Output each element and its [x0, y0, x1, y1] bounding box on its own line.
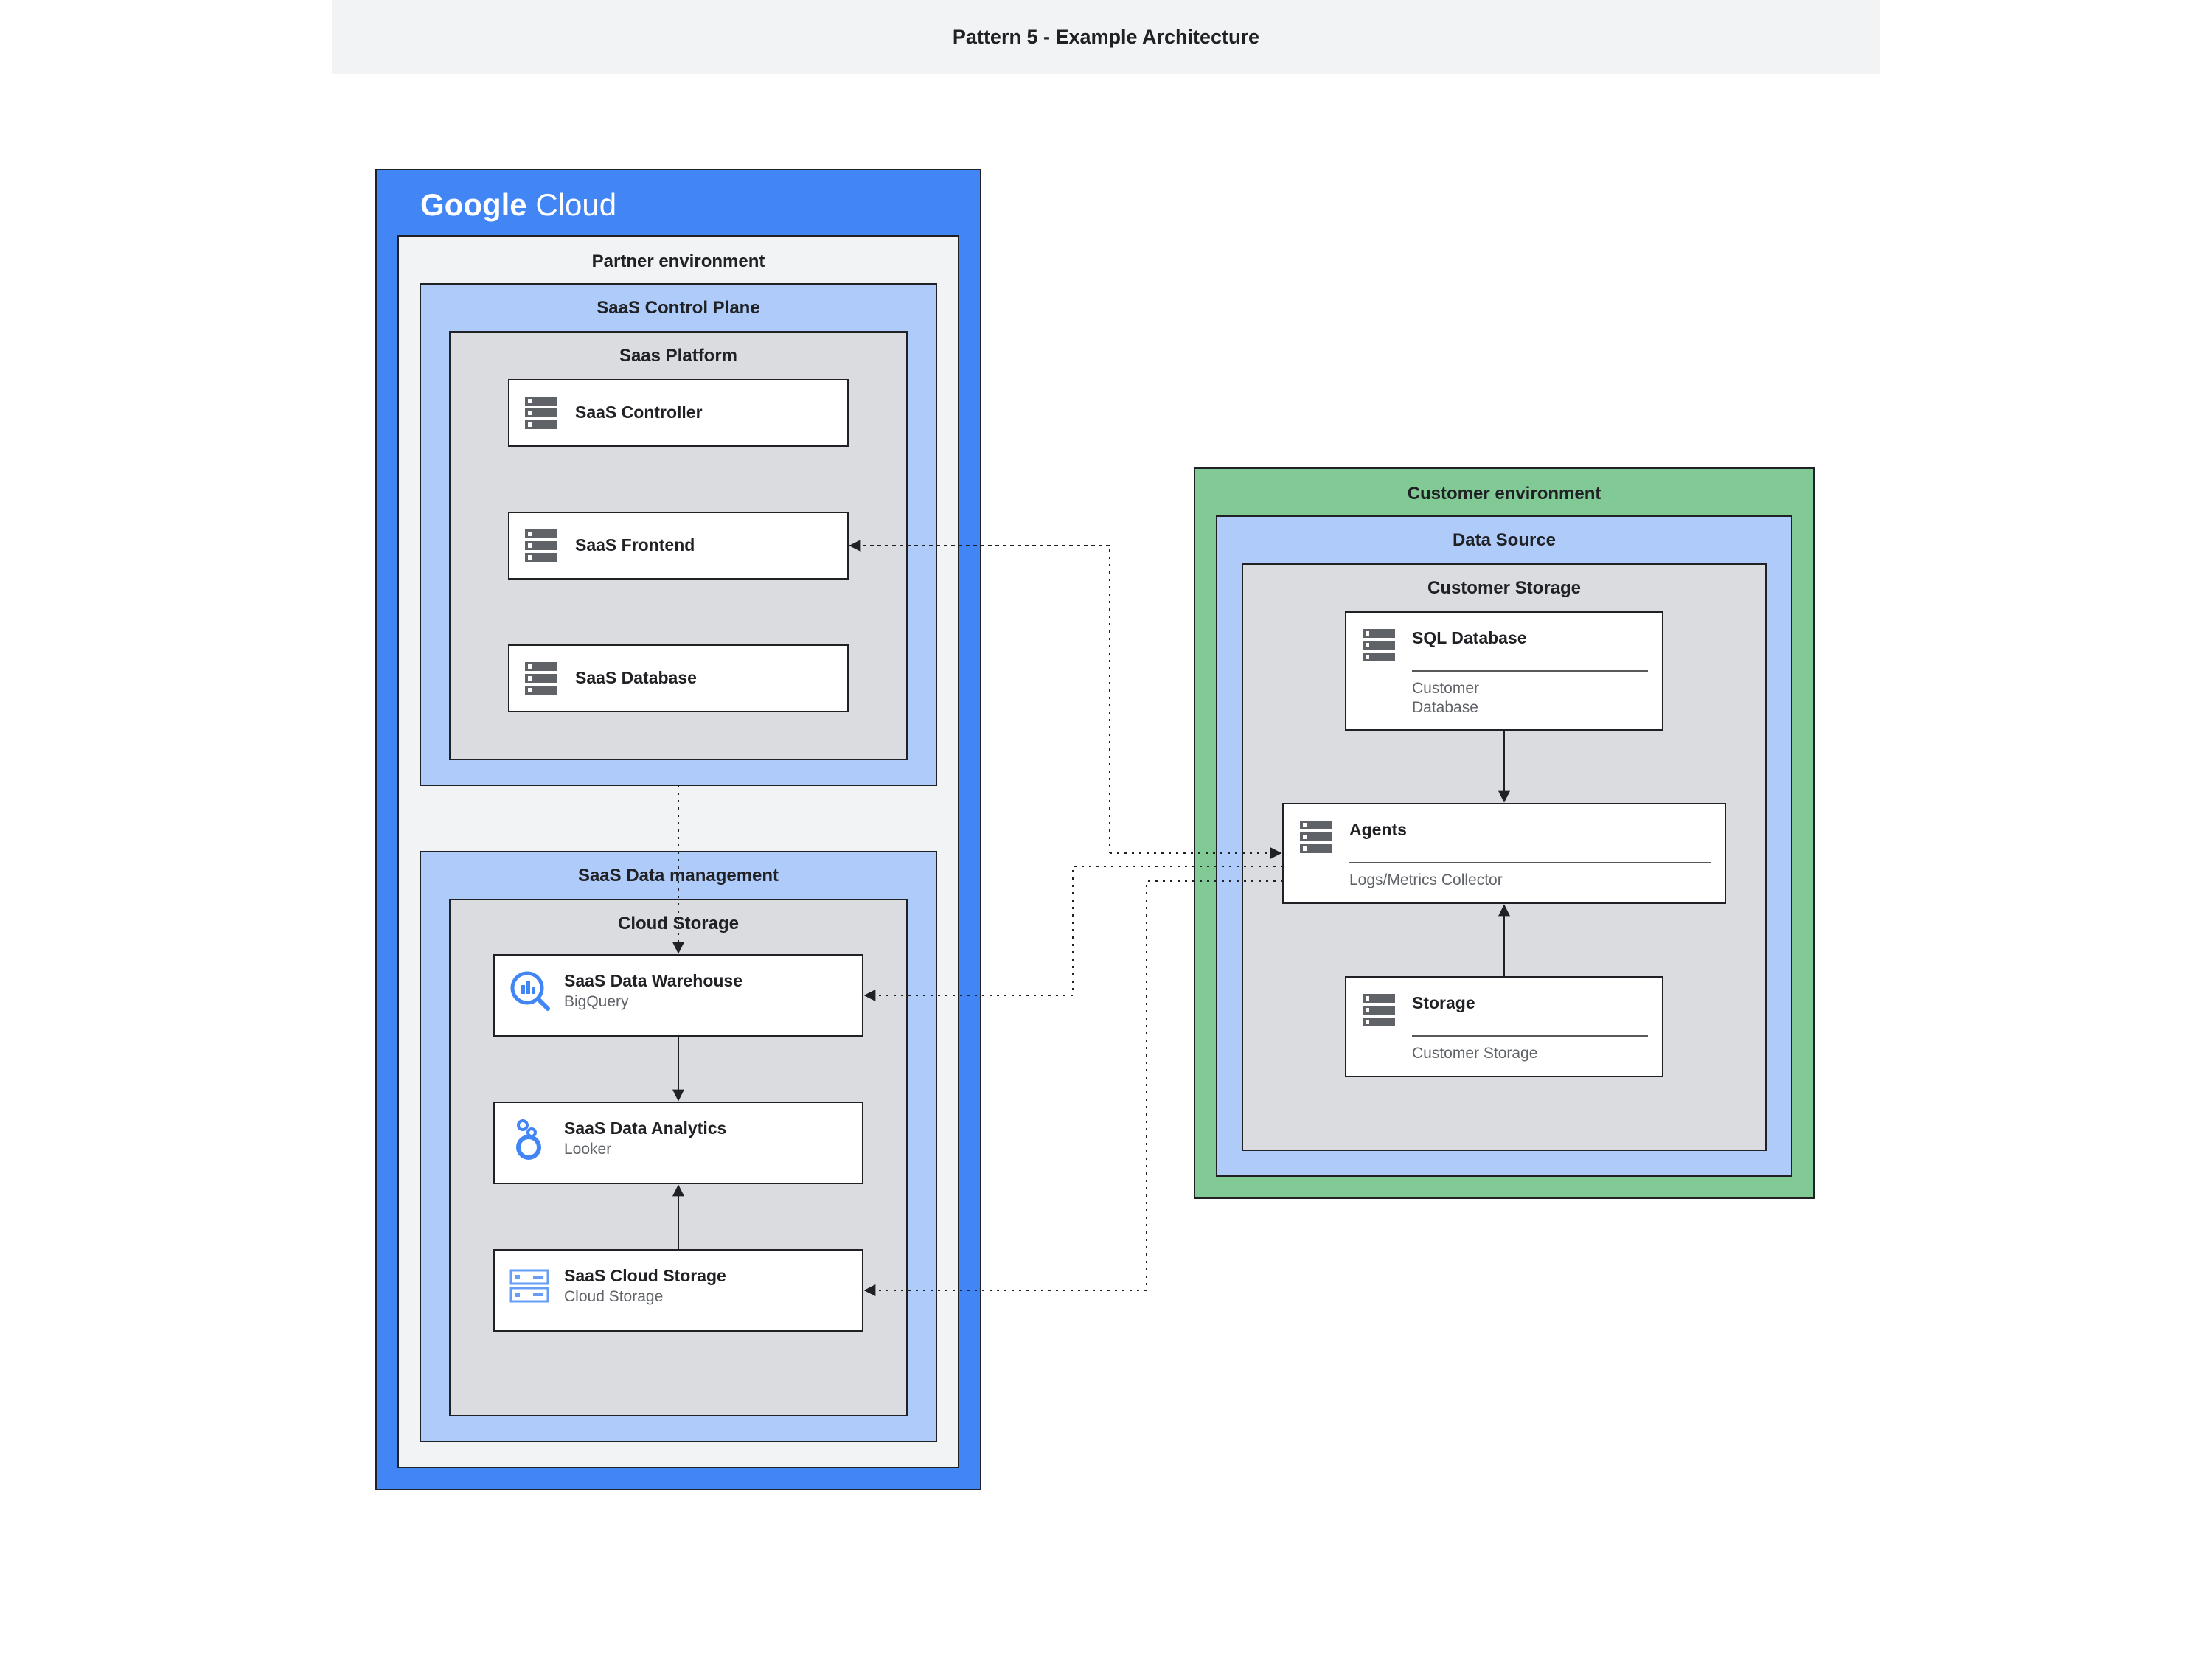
svg-text:SaaS Data Warehouse: SaaS Data Warehouse [564, 971, 742, 990]
diagram-title: Pattern 5 - Example Architecture [953, 26, 1259, 49]
saas-platform: Saas Platform SaaS Controller [450, 332, 907, 759]
server-icon [525, 662, 557, 695]
partner-env-title: Partner environment [592, 251, 765, 271]
server-icon [525, 397, 557, 429]
svg-text:SaaS Data Analytics: SaaS Data Analytics [564, 1119, 726, 1138]
svg-text:Customer: Customer [1412, 680, 1479, 697]
svg-text:BigQuery: BigQuery [564, 993, 629, 1010]
diagram-header: Pattern 5 - Example Architecture [332, 0, 1880, 74]
data-analytics-card: SaaS Data Analytics Looker [494, 1102, 863, 1183]
server-icon [1300, 821, 1332, 853]
data-source: Data Source Customer Storage [1217, 516, 1792, 1176]
sql-database-card: SQL Database Customer Database [1346, 612, 1663, 730]
server-icon [1363, 629, 1395, 661]
saas-frontend-card: SaaS Frontend [509, 512, 848, 579]
customer-env-title: Customer environment [1408, 484, 1601, 504]
svg-text:Looker: Looker [564, 1141, 611, 1158]
server-icon [525, 529, 557, 562]
data-source-title: Data Source [1453, 530, 1556, 550]
saas-platform-title: Saas Platform [619, 346, 737, 366]
customer-storage-title: Customer Storage [1427, 578, 1581, 598]
svg-text:Google Cloud: Google Cloud [420, 187, 616, 222]
svg-text:SaaS Cloud Storage: SaaS Cloud Storage [564, 1266, 726, 1285]
saas-database-card: SaaS Database [509, 645, 848, 712]
svg-text:Cloud Storage: Cloud Storage [564, 1288, 663, 1305]
svg-text:Agents: Agents [1349, 820, 1407, 839]
saas-controller-card: SaaS Controller [509, 380, 848, 446]
svg-text:Logs/Metrics Collector: Logs/Metrics Collector [1349, 872, 1503, 888]
saas-control-plane: SaaS Control Plane Saas Platform [420, 284, 936, 785]
customer-storage-group: Customer Storage SQL Database Cust [1242, 564, 1766, 1150]
svg-text:Storage: Storage [1412, 993, 1475, 1012]
cloud-storage-card: SaaS Cloud Storage Cloud Storage [494, 1250, 863, 1331]
svg-text:Database: Database [1412, 699, 1478, 716]
diagram-canvas: Google Cloud Partner environment SaaS Co… [332, 74, 1880, 1659]
svg-text:Customer Storage: Customer Storage [1412, 1045, 1537, 1062]
svg-text:SaaS Frontend: SaaS Frontend [575, 535, 695, 554]
svg-text:SaaS Database: SaaS Database [575, 668, 697, 687]
data-warehouse-card: SaaS Data Warehouse BigQuery [494, 955, 863, 1036]
customer-environment: Customer environment Data Source Custome… [1194, 468, 1814, 1198]
agents-card: Agents Logs/Metrics Collector [1283, 804, 1725, 903]
svg-text:SQL Database: SQL Database [1412, 628, 1527, 647]
svg-text:SaaS Controller: SaaS Controller [575, 403, 703, 422]
cloud-storage-group: Cloud Storage [450, 900, 907, 1416]
server-icon [1363, 994, 1395, 1026]
gcloud-logo: Google Cloud [420, 187, 616, 222]
storage-card: Storage Customer Storage [1346, 977, 1663, 1077]
cloud-storage-title: Cloud Storage [618, 914, 739, 933]
control-plane-title: SaaS Control Plane [597, 298, 759, 318]
